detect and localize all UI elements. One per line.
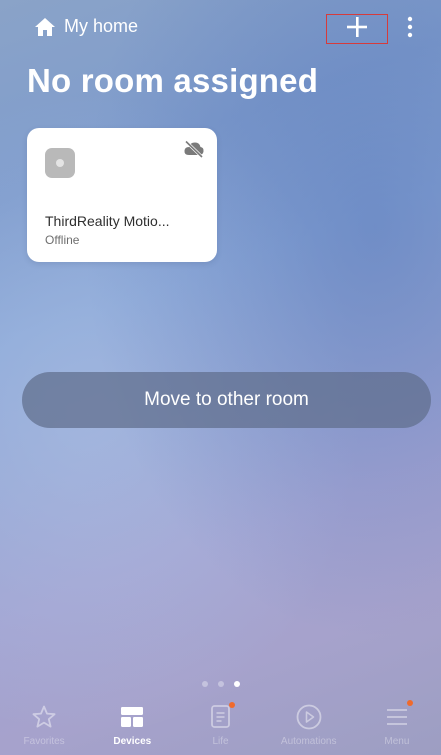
move-to-other-room-button[interactable]: Move to other room [22,372,431,428]
nav-devices[interactable]: Devices [88,700,176,755]
nav-label-life: Life [212,736,229,747]
bottom-nav: Favorites Devices Life Automations Menu [0,700,441,755]
nav-automations[interactable]: Automations [265,700,353,755]
life-document-icon [209,700,235,734]
page-dot[interactable] [201,681,208,687]
plus-icon [346,16,368,43]
add-button[interactable] [326,14,388,44]
star-icon [31,700,57,734]
play-circle-icon [295,700,323,734]
nav-label-menu: Menu [384,736,410,747]
house-icon [34,17,56,37]
nav-menu[interactable]: Menu [353,700,441,755]
home-selector[interactable]: My home [34,16,138,37]
notification-badge [406,700,413,706]
device-card[interactable]: ThirdReality Motio... Offline [27,128,217,262]
devices-grid-icon [120,700,144,734]
home-name: My home [64,16,139,36]
page-dot-active[interactable] [233,681,240,687]
nav-label-devices: Devices [113,736,152,747]
page-indicator [0,681,441,687]
menu-icon [385,700,413,734]
device-status: Offline [45,233,80,247]
nav-label-favorites: Favorites [23,736,65,747]
nav-label-automations: Automations [280,736,337,747]
nav-favorites[interactable]: Favorites [0,700,88,755]
notification-badge [228,702,235,708]
more-vertical-icon [407,16,413,43]
nav-life[interactable]: Life [176,700,264,755]
more-options-button[interactable] [400,16,420,42]
cloud-off-icon [183,140,205,163]
page-title: No room assigned [27,62,319,99]
device-name: ThirdReality Motio... [45,213,170,229]
page-dot[interactable] [217,681,224,687]
top-bar: My home [0,14,441,44]
sensor-icon [45,148,75,178]
